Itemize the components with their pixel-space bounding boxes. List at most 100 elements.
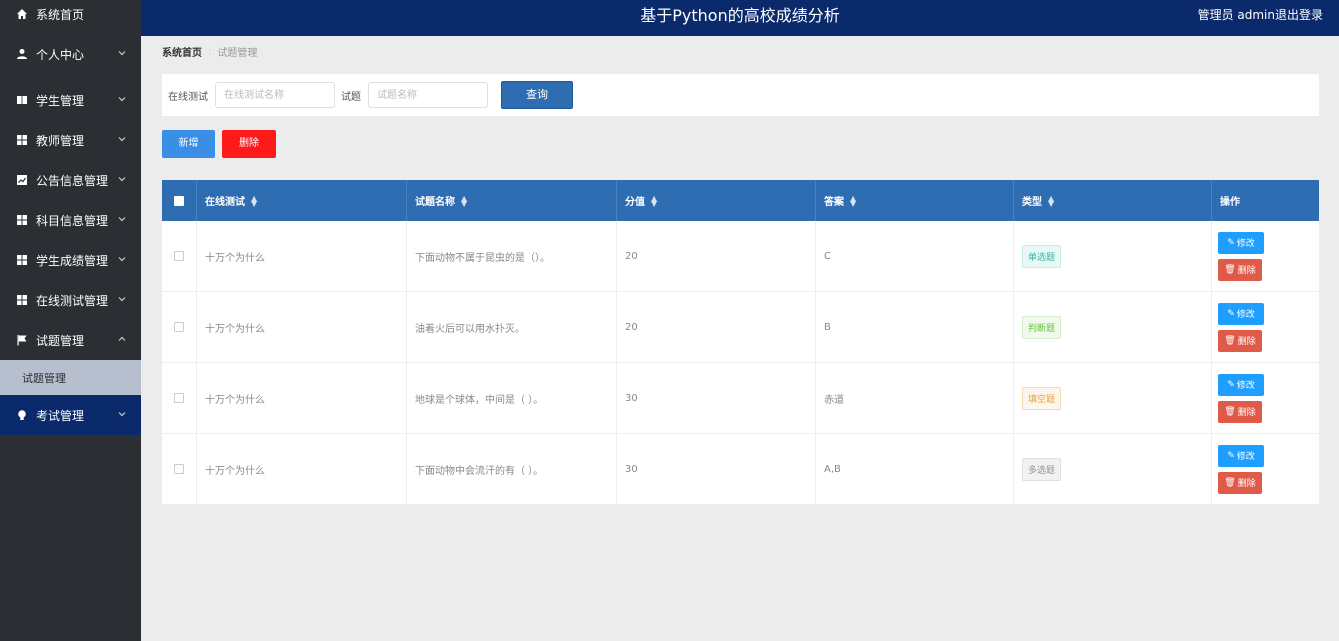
delete-label: 删除	[1237, 266, 1256, 276]
grid-icon	[16, 214, 28, 226]
sidebar-item-online-tests[interactable]: 在线测试管理	[0, 280, 141, 320]
select-all-checkbox[interactable]	[174, 195, 184, 206]
cell-test: 十万个为什么	[197, 292, 407, 362]
cell-answer: C	[816, 221, 1014, 291]
type-badge: 判断题	[1022, 315, 1062, 339]
column-header-test[interactable]: 在线测试 ▲ ▼	[197, 180, 407, 221]
sort-icon[interactable]: ▲ ▼	[251, 194, 257, 207]
trash-icon: 🗑	[1224, 477, 1236, 488]
sidebar-item-label: 试题管理	[36, 333, 85, 348]
column-header-label: 操作	[1220, 197, 1240, 208]
edit-icon: ✎	[1227, 237, 1235, 248]
cell-answer: A,B	[816, 434, 1014, 504]
sidebar-item-announcements[interactable]: 公告信息管理	[0, 160, 141, 200]
grid-icon	[16, 294, 28, 306]
table-row: 十万个为什么 地球是个球体，中间是（ ）。 30 赤道 填空题 ✎ 修改 🗑 删除	[162, 363, 1319, 434]
book-icon	[16, 94, 28, 106]
sidebar-item-label: 科目信息管理	[36, 213, 109, 228]
column-header-label: 在线测试	[205, 197, 245, 208]
delete-label: 删除	[1237, 479, 1256, 489]
grid-icon	[16, 254, 28, 266]
edit-icon: ✎	[1227, 308, 1235, 319]
sidebar-item-subjects[interactable]: 科目信息管理	[0, 200, 141, 240]
edit-icon: ✎	[1227, 450, 1235, 461]
edit-icon: ✎	[1227, 379, 1235, 390]
trash-icon: 🗑	[1224, 406, 1236, 417]
query-button[interactable]: 查询	[501, 81, 573, 109]
chevron-down-icon	[117, 174, 127, 184]
search-panel: 在线测试 试题 查询	[162, 74, 1319, 116]
edit-button[interactable]: ✎ 修改	[1218, 373, 1264, 396]
column-header-score[interactable]: 分值 ▲ ▼	[617, 180, 816, 221]
sort-icon[interactable]: ▲ ▼	[461, 194, 467, 207]
column-header-label: 答案	[824, 197, 844, 208]
grid-icon	[16, 134, 28, 146]
edit-button[interactable]: ✎ 修改	[1218, 231, 1264, 254]
sort-icon[interactable]: ▲ ▼	[1048, 194, 1054, 207]
question-name-input[interactable]	[368, 82, 488, 108]
cell-name: 油着火后可以用水扑灭。	[407, 292, 617, 362]
sort-icon[interactable]: ▲ ▼	[850, 194, 856, 207]
delete-button[interactable]: 🗑 删除	[1218, 471, 1262, 494]
chevron-up-icon	[117, 334, 127, 344]
chevron-down-icon	[117, 294, 127, 304]
submenu-item-label: 试题管理	[22, 371, 66, 385]
delete-button[interactable]: 🗑 删除	[1218, 400, 1262, 423]
cell-name: 地球是个球体，中间是（ ）。	[407, 363, 617, 433]
delete-label: 删除	[1237, 337, 1256, 347]
chevron-down-icon	[117, 134, 127, 144]
sidebar-item-exams[interactable]: 考试管理	[0, 395, 141, 435]
breadcrumb-home[interactable]: 系统首页	[162, 44, 202, 59]
test-name-label: 在线测试	[168, 92, 208, 103]
user-icon	[16, 48, 28, 60]
sidebar: 系统首页 个人中心 学生管理 教师管理 公告信息管理 科目信息管理 学生成绩管理…	[0, 0, 141, 641]
column-header-name[interactable]: 试题名称 ▲ ▼	[407, 180, 617, 221]
type-badge: 填空题	[1022, 386, 1062, 410]
breadcrumb-separator: :	[208, 46, 212, 57]
sidebar-item-teachers[interactable]: 教师管理	[0, 120, 141, 160]
column-header-answer[interactable]: 答案 ▲ ▼	[816, 180, 1014, 221]
edit-label: 修改	[1236, 310, 1255, 320]
type-badge: 单选题	[1022, 244, 1062, 268]
delete-button[interactable]: 🗑 删除	[1218, 258, 1262, 281]
cell-score: 20	[617, 292, 816, 362]
table-row: 十万个为什么 油着火后可以用水扑灭。 20 B 判断题 ✎ 修改 🗑 删除	[162, 292, 1319, 363]
chevron-down-icon	[117, 254, 127, 264]
column-header-type[interactable]: 类型 ▲ ▼	[1014, 180, 1212, 221]
breadcrumb-current: 试题管理	[217, 48, 258, 59]
row-checkbox[interactable]	[174, 393, 184, 403]
edit-label: 修改	[1236, 239, 1255, 249]
test-name-input[interactable]	[215, 82, 335, 108]
submenu-item-questions[interactable]: 试题管理	[0, 360, 141, 395]
column-header-label: 分值	[625, 197, 645, 208]
home-icon	[16, 8, 28, 20]
sidebar-item-questions[interactable]: 试题管理	[0, 320, 141, 360]
table-row: 十万个为什么 下面动物不属于昆虫的是（）。 20 C 单选题 ✎ 修改 🗑 删除	[162, 221, 1319, 292]
sort-icon[interactable]: ▲ ▼	[651, 194, 657, 207]
sidebar-item-label: 公告信息管理	[36, 173, 109, 188]
batch-delete-button[interactable]: 删除	[222, 130, 276, 158]
sidebar-item-profile[interactable]: 个人中心	[0, 28, 141, 80]
chevron-down-icon	[117, 409, 127, 419]
sidebar-item-label: 个人中心	[36, 47, 85, 62]
type-badge: 多选题	[1022, 457, 1062, 481]
logout-link[interactable]: 退出登录	[1275, 0, 1323, 30]
row-checkbox[interactable]	[174, 464, 184, 474]
sidebar-item-students[interactable]: 学生管理	[0, 80, 141, 120]
column-header-actions: 操作	[1212, 180, 1319, 221]
sidebar-item-scores[interactable]: 学生成绩管理	[0, 240, 141, 280]
table-row: 十万个为什么 下面动物中会流汗的有（ ）。 30 A,B 多选题 ✎ 修改 🗑 删除	[162, 434, 1319, 505]
sidebar-item-label: 系统首页	[36, 7, 85, 22]
sidebar-item-label: 在线测试管理	[36, 293, 109, 308]
delete-button[interactable]: 🗑 删除	[1218, 329, 1262, 352]
edit-button[interactable]: ✎ 修改	[1218, 444, 1264, 467]
add-button[interactable]: 新增	[162, 130, 215, 158]
cell-answer: B	[816, 292, 1014, 362]
sidebar-item-home[interactable]: 系统首页	[0, 0, 141, 28]
edit-button[interactable]: ✎ 修改	[1218, 302, 1264, 325]
row-checkbox[interactable]	[174, 251, 184, 261]
cell-score: 20	[617, 221, 816, 291]
user-label: 管理员 admin	[1197, 8, 1275, 22]
column-header-label: 类型	[1022, 197, 1042, 208]
row-checkbox[interactable]	[174, 322, 184, 332]
